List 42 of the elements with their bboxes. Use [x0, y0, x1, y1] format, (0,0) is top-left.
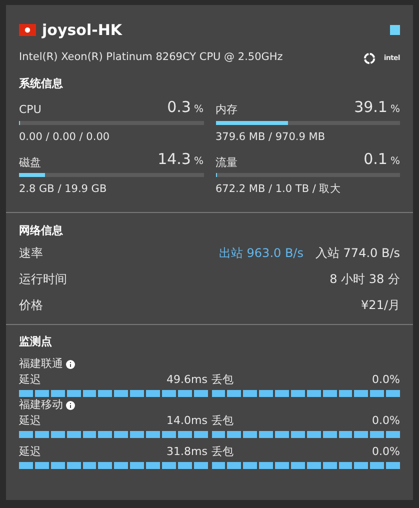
loss-value: 0.0% — [372, 372, 400, 388]
outbound-speed: 出站 963.0 B/s — [218, 244, 304, 262]
cpu-model: Intel(R) Xeon(R) Platinum 8269CY CPU @ 2.50GHz — [19, 50, 283, 66]
section-title: 监测点 — [19, 334, 53, 350]
loss-label: 丢包 — [212, 372, 234, 388]
info-icon — [66, 360, 75, 368]
server-name: joysol-HK — [42, 20, 122, 41]
metric-label: 流量 — [216, 154, 238, 171]
metric-value: 0.1 % — [364, 150, 400, 170]
info-value: ¥21/月 — [361, 296, 400, 314]
latency-label: 延迟 — [19, 372, 41, 388]
inbound-speed: 入站 774.0 B/s — [315, 244, 400, 262]
info-value: 8 小时 38 分 — [330, 270, 400, 288]
info-icon — [66, 400, 75, 410]
metric-label: 磁盘 — [19, 154, 41, 171]
monitor-name: 福建移动 — [19, 396, 63, 413]
loss-value: 0.0% — [372, 413, 400, 429]
metric-label: 内存 — [216, 102, 238, 118]
latency-value: 49.6ms — [166, 372, 208, 388]
metric-detail: 0.00 / 0.00 / 0.00 — [19, 130, 111, 144]
monitor-name: 福建联通 — [19, 356, 63, 372]
info-label: 速率 — [19, 244, 43, 262]
os-logo-icon — [362, 52, 376, 64]
loss-label: 丢包 — [212, 444, 234, 460]
metric-detail: 379.6 MB / 970.9 MB — [216, 130, 326, 144]
section-title: 系统信息 — [19, 76, 64, 92]
metric-label: CPU — [19, 102, 42, 118]
latency-value: 14.0ms — [166, 413, 208, 429]
latency-label: 延迟 — [19, 413, 41, 429]
metric-detail: 2.8 GB / 19.9 GB — [19, 182, 108, 198]
info-label: 运行时间 — [19, 270, 67, 288]
metric-value: 14.3 % — [158, 150, 204, 170]
info-label: 价格 — [19, 296, 43, 314]
loss-value: 0.0% — [372, 444, 400, 460]
latency-label: 延迟 — [19, 444, 41, 460]
metric-value: 0.3 % — [167, 98, 204, 118]
loss-label: 丢包 — [212, 413, 234, 429]
section-title: 网络信息 — [19, 223, 64, 239]
flag-icon — [19, 24, 36, 36]
latency-value: 31.8ms — [166, 444, 208, 460]
metric-value: 39.1 % — [354, 98, 400, 118]
metric-detail: 672.2 MB / 1.0 TB / 取大 — [216, 182, 342, 198]
